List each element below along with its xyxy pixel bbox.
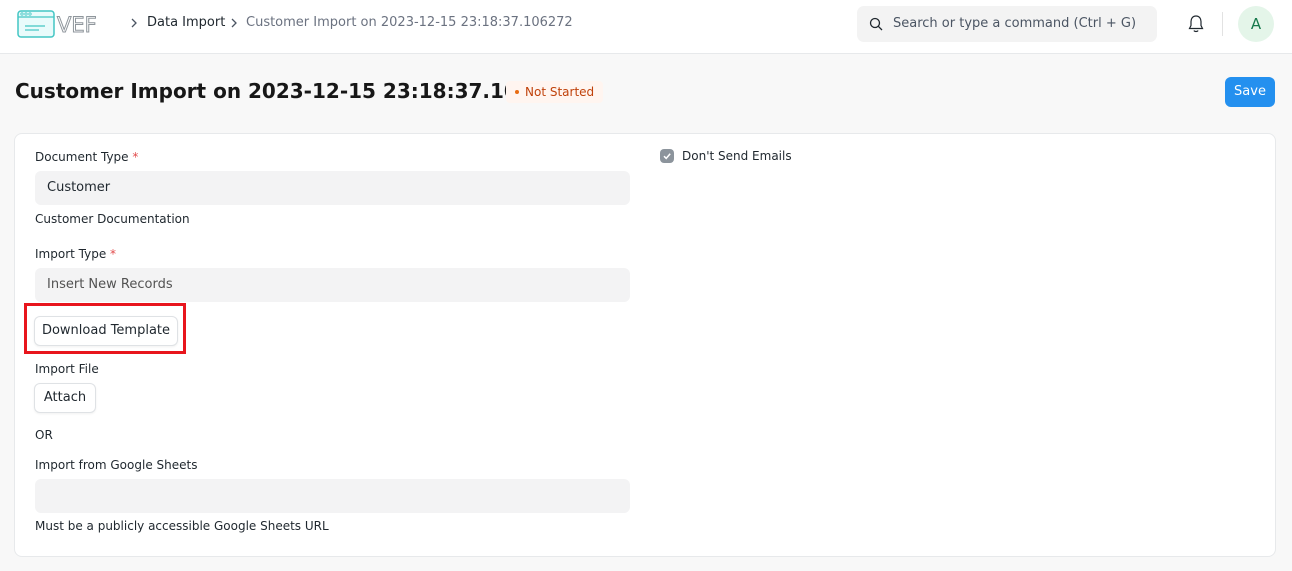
dont-send-emails-checkbox[interactable] — [660, 149, 674, 163]
top-navbar: VEF Data Import Customer Import on 2023-… — [0, 0, 1292, 54]
chevron-right-icon — [231, 18, 237, 28]
status-badge: Not Started — [506, 81, 604, 103]
navbar-divider — [1222, 12, 1223, 36]
dont-send-emails-label[interactable]: Don't Send Emails — [682, 149, 792, 164]
import-file-label: Import File — [35, 362, 99, 376]
breadcrumb-data-import[interactable]: Data Import — [147, 15, 225, 31]
document-type-field[interactable]: Customer — [35, 171, 630, 205]
page-title: Customer Import on 2023-12-15 23:18:37.1… — [15, 79, 574, 103]
required-mark: * — [110, 247, 117, 261]
attach-button[interactable]: Attach — [34, 383, 96, 413]
search-bar[interactable]: Search or type a command (Ctrl + G) — [857, 6, 1157, 42]
document-type-label: Document Type * — [35, 150, 139, 164]
google-sheets-help-text: Must be a publicly accessible Google She… — [35, 519, 329, 533]
search-placeholder: Search or type a command (Ctrl + G) — [893, 16, 1137, 31]
google-sheets-url-input[interactable] — [35, 479, 630, 513]
user-avatar[interactable]: A — [1238, 6, 1274, 42]
status-dot-icon — [515, 89, 519, 94]
chevron-right-icon — [131, 18, 137, 28]
search-icon — [869, 17, 883, 31]
save-button[interactable]: Save — [1225, 77, 1275, 107]
import-type-select[interactable]: Insert New Records — [35, 268, 630, 302]
notification-bell-icon[interactable] — [1187, 14, 1205, 34]
or-separator: OR — [35, 428, 53, 442]
logo-text: VEF — [57, 13, 97, 37]
highlight-box — [24, 303, 186, 354]
import-type-label: Import Type * — [35, 247, 117, 261]
breadcrumb-current-record[interactable]: Customer Import on 2023-12-15 23:18:37.1… — [246, 15, 573, 31]
required-mark: * — [132, 150, 139, 164]
status-text: Not Started — [525, 85, 595, 99]
customer-documentation-link[interactable]: Customer Documentation — [35, 212, 190, 227]
checkmark-icon — [663, 153, 671, 160]
google-sheets-label: Import from Google Sheets — [35, 458, 198, 472]
app-logo[interactable]: VEF — [17, 10, 117, 38]
